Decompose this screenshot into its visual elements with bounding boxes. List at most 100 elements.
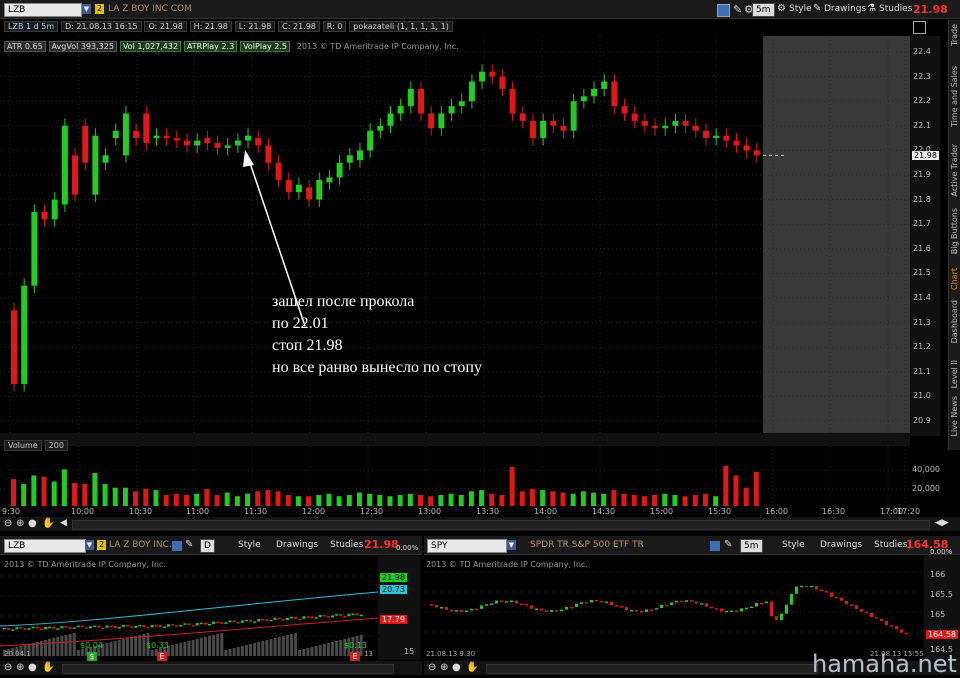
- candle[interactable]: [102, 155, 109, 163]
- candle[interactable]: [702, 130, 709, 139]
- candle[interactable]: [92, 135, 99, 195]
- candle[interactable]: [122, 113, 129, 156]
- candle[interactable]: [570, 101, 577, 131]
- link-group-badge[interactable]: 2: [95, 4, 104, 14]
- candle[interactable]: [519, 113, 526, 121]
- spy-scrollbar[interactable]: [486, 664, 818, 674]
- candle[interactable]: [72, 155, 79, 195]
- candle[interactable]: [753, 150, 760, 156]
- candle[interactable]: [713, 135, 720, 139]
- candle[interactable]: [183, 140, 190, 146]
- chart-settings-icon[interactable]: [913, 21, 926, 34]
- candle[interactable]: [407, 88, 414, 107]
- candle[interactable]: [326, 177, 333, 183]
- candle[interactable]: [509, 88, 516, 114]
- symbol-dropdown-icon[interactable]: ▼: [82, 4, 91, 14]
- candle[interactable]: [682, 120, 689, 126]
- candle[interactable]: [61, 125, 68, 205]
- lzb-link-badge[interactable]: 2: [97, 540, 106, 550]
- lzb-zoom-out-icon[interactable]: ⊖: [4, 662, 12, 673]
- candle[interactable]: [194, 140, 201, 146]
- side-tab-big-buttons[interactable]: Big Buttons: [950, 208, 959, 254]
- candle[interactable]: [743, 145, 750, 151]
- study-label[interactable]: pokazateli (1, 1, 1, 1, 1): [349, 21, 453, 32]
- candle[interactable]: [489, 71, 496, 77]
- candle[interactable]: [550, 120, 557, 126]
- candle[interactable]: [11, 310, 17, 385]
- scroll-left-icon[interactable]: ◀: [60, 518, 67, 528]
- side-tab-chart[interactable]: Chart: [950, 268, 959, 290]
- spy-dropdown-icon[interactable]: ▼: [507, 540, 516, 550]
- candle[interactable]: [133, 130, 140, 139]
- side-tab-time-and-sales[interactable]: Time and Sales: [950, 66, 959, 127]
- dividend-marker-1[interactable]: $0.04: [80, 641, 103, 650]
- candle[interactable]: [377, 125, 384, 131]
- zoom-out-icon[interactable]: ⊖: [4, 518, 12, 529]
- candle[interactable]: [428, 113, 435, 129]
- candle[interactable]: [346, 155, 353, 163]
- candle[interactable]: [611, 81, 618, 107]
- lzb-dropdown-icon[interactable]: ▼: [85, 540, 94, 550]
- lzb-symbol-input[interactable]: LZB: [4, 539, 86, 553]
- candle[interactable]: [214, 143, 221, 148]
- lzb-share-icon[interactable]: [172, 541, 182, 551]
- symbol-input[interactable]: LZB: [4, 3, 82, 17]
- candle[interactable]: [652, 125, 659, 129]
- candle[interactable]: [479, 71, 486, 82]
- candle[interactable]: [397, 106, 404, 114]
- candle[interactable]: [21, 285, 28, 385]
- lzb-style-button[interactable]: Style: [238, 540, 261, 550]
- spy-symbol-input[interactable]: SPY: [427, 539, 507, 553]
- spy-drawings-button[interactable]: Drawings: [820, 540, 862, 550]
- lzb-wrench-icon[interactable]: ✎: [185, 539, 193, 550]
- spy-share-icon[interactable]: [710, 541, 720, 551]
- candle[interactable]: [621, 106, 628, 114]
- scroll-right-icon[interactable]: ◀▶: [935, 518, 949, 528]
- candle[interactable]: [51, 199, 58, 220]
- candle[interactable]: [418, 88, 425, 114]
- candle[interactable]: [265, 145, 272, 163]
- candle[interactable]: [631, 113, 638, 121]
- spy-zoom-in-icon[interactable]: ⊕: [440, 662, 448, 673]
- candle[interactable]: [438, 113, 445, 129]
- lzb-zoom-in-icon[interactable]: ⊕: [16, 662, 24, 673]
- candle[interactable]: [82, 125, 89, 163]
- candle[interactable]: [662, 125, 669, 129]
- candle[interactable]: [723, 135, 730, 141]
- candle[interactable]: [367, 130, 374, 151]
- candle[interactable]: [173, 138, 180, 141]
- candle[interactable]: [245, 135, 252, 141]
- candle[interactable]: [529, 120, 536, 139]
- price-chart[interactable]: [0, 36, 948, 506]
- candle[interactable]: [468, 81, 475, 102]
- candle[interactable]: [31, 211, 38, 286]
- candle[interactable]: [255, 138, 262, 146]
- drawings-button[interactable]: Drawings: [824, 4, 866, 14]
- lzb-scrollbar[interactable]: [62, 664, 394, 674]
- candle[interactable]: [275, 162, 282, 180]
- candle[interactable]: [316, 179, 323, 200]
- side-tab-active-trader[interactable]: Active Trader: [950, 144, 959, 196]
- candle[interactable]: [499, 76, 506, 89]
- candle[interactable]: [295, 184, 302, 193]
- candle[interactable]: [112, 130, 119, 139]
- zoom-reset-icon[interactable]: ●: [28, 518, 37, 529]
- candle[interactable]: [204, 138, 211, 144]
- zoom-in-icon[interactable]: ⊕: [16, 518, 24, 529]
- candle[interactable]: [733, 140, 740, 146]
- lzb-drawings-button[interactable]: Drawings: [276, 540, 318, 550]
- spy-zoom-reset-icon[interactable]: ●: [452, 662, 461, 673]
- side-tab-live-news[interactable]: Live News: [950, 396, 959, 437]
- wrench-icon[interactable]: ✎: [733, 3, 742, 16]
- studies-button[interactable]: Studies: [879, 4, 912, 14]
- lzb-zoom-reset-icon[interactable]: ●: [28, 662, 37, 673]
- candle[interactable]: [540, 120, 547, 139]
- spy-studies-button[interactable]: Studies: [874, 540, 907, 550]
- candle[interactable]: [601, 81, 608, 89]
- lzb-daily-chart[interactable]: [0, 556, 378, 660]
- hand-tool-icon[interactable]: ✋: [42, 518, 54, 529]
- spy-zoom-out-icon[interactable]: ⊖: [428, 662, 436, 673]
- lzb-studies-button[interactable]: Studies: [330, 540, 363, 550]
- candle[interactable]: [163, 135, 170, 139]
- dividend-marker-3[interactable]: $0.13: [344, 641, 367, 650]
